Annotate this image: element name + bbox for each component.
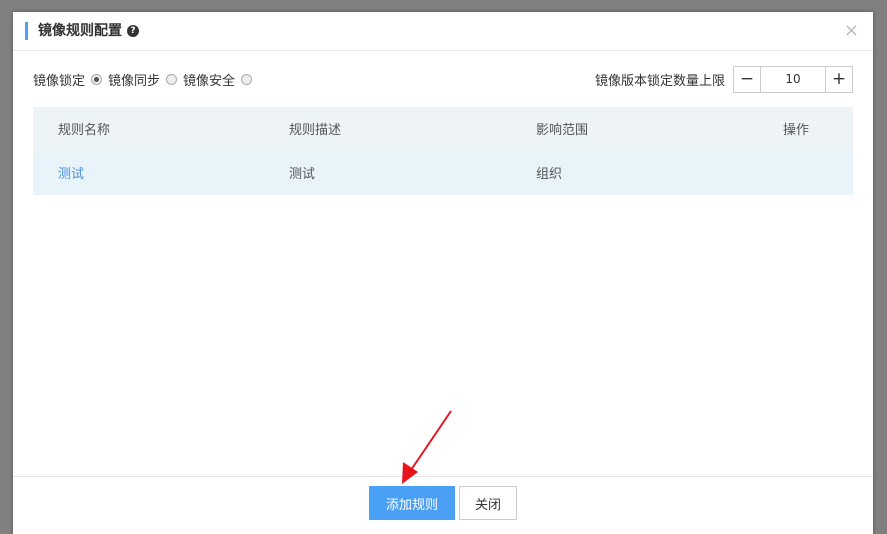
version-limit: 镜像版本锁定数量上限 − +	[594, 65, 853, 93]
dialog-title-text: 镜像规则配置	[38, 23, 122, 39]
column-header-name: 规则名称	[58, 123, 111, 138]
table-row[interactable]: 测试 测试 组织	[33, 150, 853, 195]
options-row: 镜像锁定 镜像同步 镜像安全 镜像版本锁定数量上限 − +	[33, 65, 853, 93]
title-accent-bar	[25, 22, 28, 40]
rule-config-dialog: 镜像规则配置 ? × 镜像锁定 镜像同步 镜像安全 镜像版本锁定数量上限 − +…	[13, 12, 873, 534]
radio-security-label[interactable]: 镜像安全	[183, 70, 235, 89]
plus-button[interactable]: +	[825, 66, 852, 92]
close-icon[interactable]: ×	[844, 22, 859, 40]
close-button[interactable]: 关闭	[459, 486, 517, 520]
rule-name-link[interactable]: 测试	[58, 163, 84, 182]
rule-description: 测试	[289, 167, 316, 182]
lock-radio-group: 镜像锁定 镜像同步 镜像安全	[33, 66, 258, 92]
dialog-header: 镜像规则配置 ? ×	[13, 12, 873, 51]
column-header-scope: 影响范围	[536, 123, 589, 138]
limit-input[interactable]	[761, 66, 825, 92]
dialog-footer: 添加规则 关闭	[369, 486, 517, 520]
column-header-action: 操作	[783, 123, 810, 138]
add-rule-button[interactable]: 添加规则	[369, 486, 455, 520]
radio-sync[interactable]	[91, 73, 103, 85]
table-header: 规则名称 规则描述 影响范围 操作	[33, 107, 853, 150]
radio-security[interactable]	[166, 73, 178, 85]
radio-sync-label[interactable]: 镜像同步	[108, 70, 160, 89]
question-circle-icon[interactable]: ?	[127, 25, 139, 37]
footer-divider	[13, 476, 873, 477]
radio-extra[interactable]	[241, 73, 253, 85]
minus-button[interactable]: −	[734, 66, 761, 92]
dialog-title: 镜像规则配置 ?	[38, 22, 139, 40]
rules-table: 规则名称 规则描述 影响范围 操作 测试 测试 组织	[33, 107, 853, 195]
rule-scope: 组织	[536, 167, 563, 182]
limit-stepper: − +	[733, 65, 853, 93]
lock-label: 镜像锁定	[33, 73, 86, 89]
column-header-description: 规则描述	[289, 123, 342, 138]
limit-label: 镜像版本锁定数量上限	[594, 73, 725, 89]
